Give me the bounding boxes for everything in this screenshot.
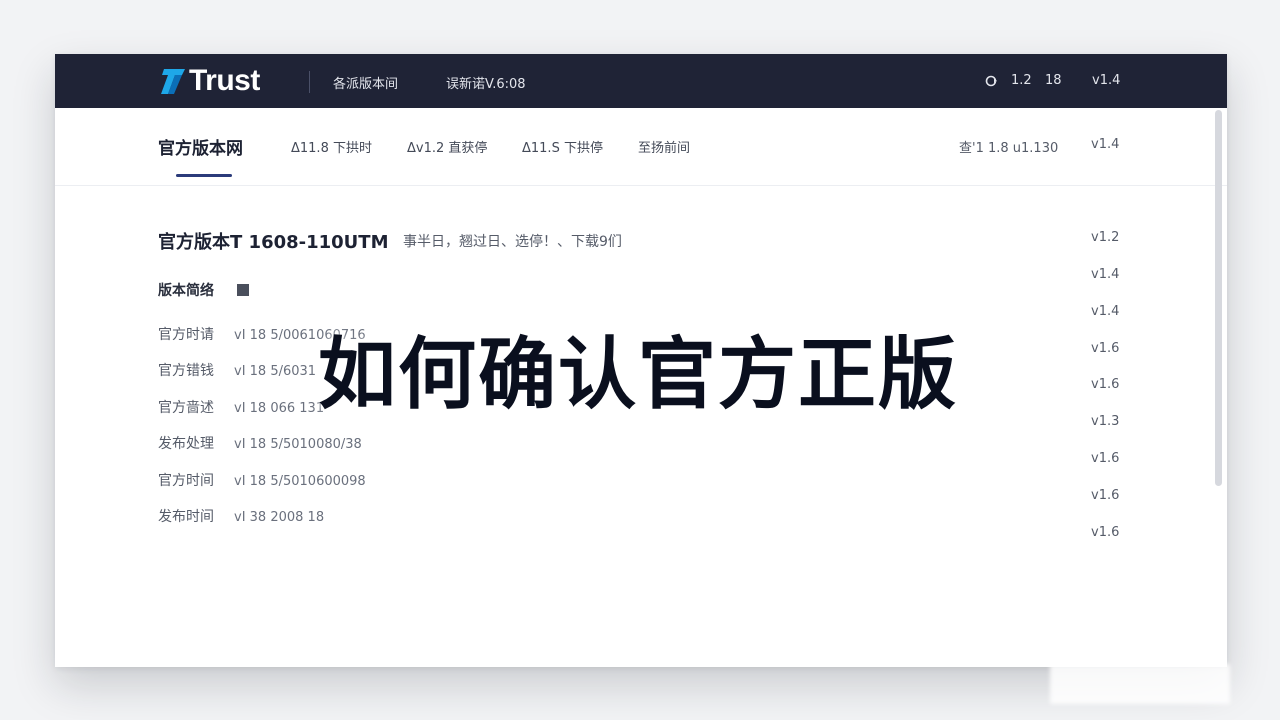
square-icon xyxy=(237,284,249,296)
version-list-item[interactable]: v1.6 xyxy=(1091,451,1119,466)
info-value: vI 18 066 131 xyxy=(234,401,325,416)
tab-official-versions[interactable]: 官方版本网 xyxy=(158,134,243,159)
trust-logo-icon xyxy=(161,69,185,94)
topbar-version-badge[interactable]: v1.4 xyxy=(1092,73,1120,88)
topbar-version-value: 1.2 xyxy=(1011,73,1032,88)
vertical-scrollbar[interactable] xyxy=(1215,110,1222,486)
page-title: 官方版本T 1608-110UTM xyxy=(158,232,389,253)
info-key: 发布处理 xyxy=(158,436,214,452)
version-list-item[interactable]: v1.3 xyxy=(1091,414,1119,429)
info-key: 官方错钱 xyxy=(158,363,214,379)
topbar-count: 18 xyxy=(1045,73,1062,88)
topbar-link-update[interactable]: 误新诺V.6:08 xyxy=(446,73,526,92)
version-list-item[interactable]: v1.4 xyxy=(1091,304,1119,319)
version-list-item[interactable]: v1.6 xyxy=(1091,525,1119,540)
info-key: 官方时请 xyxy=(158,327,214,343)
brand-logo[interactable]: Trust xyxy=(161,64,260,98)
subnav-version-info: 查'1 1.8 u1.130 xyxy=(959,141,1059,156)
page-subtitle: 事半日，翘过日、选停！、下载9们 xyxy=(403,234,622,250)
info-row: 官方错钱 vI 18 5/6031 xyxy=(158,360,316,380)
headline-overlay: 如何确认官方正版 xyxy=(318,330,959,420)
brand-name: Trust xyxy=(189,64,260,97)
tab-download-2[interactable]: Δv1.2 直获停 xyxy=(407,137,487,156)
version-list-item[interactable]: v1.2 xyxy=(1091,230,1119,245)
topbar-link-versions[interactable]: 各派版本间 xyxy=(333,73,398,92)
info-value: vI 18 5/6031 xyxy=(234,364,317,379)
info-row: 官方时间 vI 18 5/5010600098 xyxy=(158,470,366,490)
info-value: vI 18 5/5010600098 xyxy=(234,474,366,489)
divider xyxy=(309,71,310,93)
top-navigation-bar: Trust 各派版本间 误新诺V.6:08 1.2 18 v1.4 xyxy=(55,54,1227,108)
info-key: 发布时间 xyxy=(158,509,214,525)
info-key: 官方啬述 xyxy=(158,400,214,416)
info-value: vI 38 2008 18 xyxy=(234,510,325,525)
active-tab-indicator xyxy=(176,174,232,177)
tab-history[interactable]: 至扬前间 xyxy=(638,137,690,156)
info-row: 发布处理 vI 18 5/5010080/38 xyxy=(158,433,362,453)
tab-download-1[interactable]: Δ11.8 下拱时 xyxy=(291,137,372,156)
version-list-item[interactable]: v1.4 xyxy=(1091,267,1119,282)
refresh-icon[interactable] xyxy=(984,74,998,88)
version-list-item[interactable]: v1.6 xyxy=(1091,488,1119,503)
info-row: 官方啬述 vI 18 066 131 xyxy=(158,397,324,417)
version-list-item[interactable]: v1.6 xyxy=(1091,377,1119,392)
info-value: vI 18 5/5010080/38 xyxy=(234,437,362,452)
section-heading: 版本简络 xyxy=(158,283,214,299)
info-key: 官方时间 xyxy=(158,473,214,489)
version-list-item[interactable]: v1.6 xyxy=(1091,341,1119,356)
subnav-version-badge[interactable]: v1.4 xyxy=(1091,137,1119,152)
tab-download-3[interactable]: Δ11.S 下拱停 xyxy=(522,137,603,156)
info-row: 发布时间 vI 38 2008 18 xyxy=(158,506,324,526)
watermark xyxy=(1050,664,1230,704)
